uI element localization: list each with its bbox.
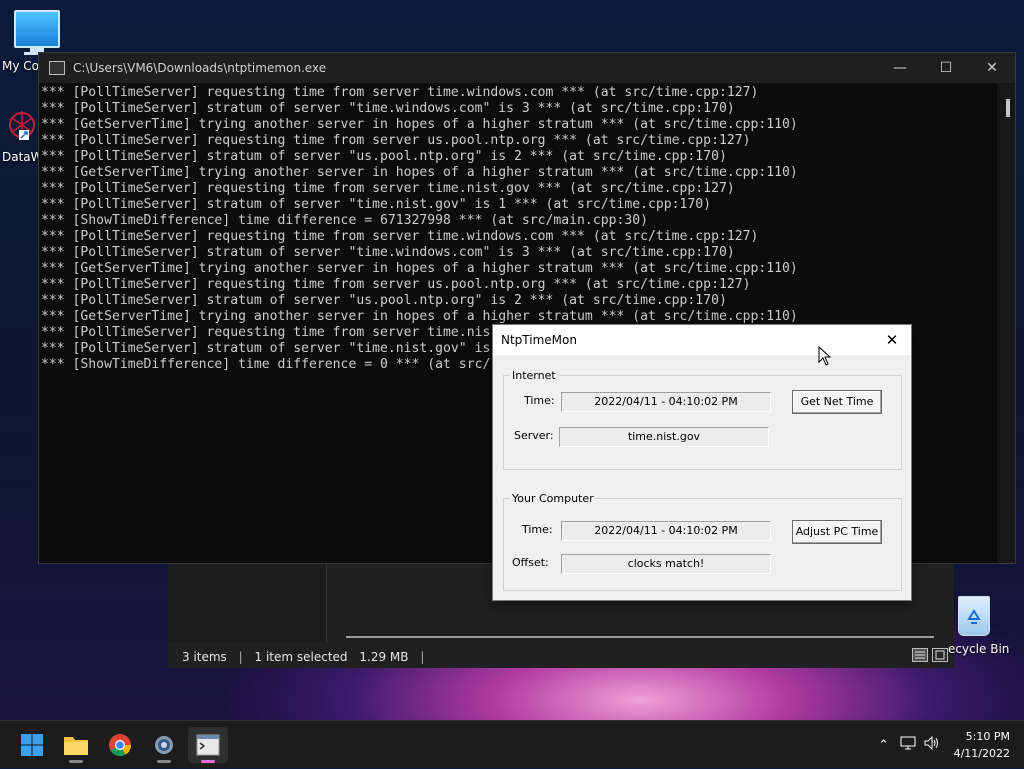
console-line: *** [GetServerTime] trying another serve… xyxy=(41,309,798,324)
file-explorer-icon xyxy=(64,737,88,755)
console-line: *** [PollTimeServer] requesting time fro… xyxy=(41,277,751,292)
get-net-time-button[interactable]: Get Net Time xyxy=(792,390,882,414)
console-line: *** [PollTimeServer] requesting time fro… xyxy=(41,229,759,244)
settings-icon xyxy=(155,736,173,754)
console-line: *** [GetServerTime] trying another serve… xyxy=(41,261,798,276)
desktop-icon-label: DataW xyxy=(2,150,43,164)
chrome-icon xyxy=(109,734,131,756)
clock-time: 5:10 PM xyxy=(965,730,1010,743)
server-field[interactable]: time.nist.gov xyxy=(559,427,769,447)
dialog-title: NtpTimeMon xyxy=(501,333,577,347)
explorer-status-bar: 3 items | 1 item selected 1.29 MB | xyxy=(182,650,425,664)
offset-label: Offset: xyxy=(512,556,549,569)
console-line: *** [PollTimeServer] requesting time fro… xyxy=(41,85,759,100)
maximize-button[interactable]: ☐ xyxy=(923,53,969,83)
navigation-pane[interactable] xyxy=(168,560,327,642)
internet-time-field[interactable]: 2022/04/11 - 04:10:02 PM xyxy=(561,392,771,412)
console-app-icon xyxy=(196,734,220,756)
console-line: *** [PollTimeServer] stratum of server "… xyxy=(41,197,712,212)
console-line: *** [PollTimeServer] requesting time fro… xyxy=(41,181,735,196)
monitor-icon xyxy=(2,10,72,55)
desktop-icon-recycle-bin[interactable]: ecycle Bin xyxy=(948,596,1009,656)
recycle-bin-icon xyxy=(958,596,990,636)
internet-time-label: Time: xyxy=(524,394,555,407)
console-title: C:\Users\VM6\Downloads\ntptimemon.exe xyxy=(73,61,327,75)
horizontal-scrollbar[interactable] xyxy=(346,636,934,638)
console-title-bar[interactable]: C:\Users\VM6\Downloads\ntptimemon.exe — … xyxy=(39,53,1015,83)
start-button[interactable] xyxy=(12,727,52,763)
dialog-close-button[interactable]: ✕ xyxy=(881,329,903,351)
ntptimemon-dialog: NtpTimeMon ✕ Internet Time: 2022/04/11 -… xyxy=(492,324,912,601)
dataw-app-icon xyxy=(7,108,37,142)
taskbar: ⌃ 5:10 PM 4/11/2022 xyxy=(0,720,1024,768)
console-line: *** [PollTimeServer] stratum of server "… xyxy=(41,245,735,260)
clock-date: 4/11/2022 xyxy=(953,747,1010,760)
taskbar-file-explorer[interactable] xyxy=(56,727,96,763)
taskbar-chrome[interactable] xyxy=(100,727,140,763)
console-line: *** [GetServerTime] trying another serve… xyxy=(41,165,798,180)
console-line: *** [PollTimeServer] stratum of server "… xyxy=(41,149,727,164)
selection-size: 1.29 MB xyxy=(359,650,409,664)
adjust-pc-time-button[interactable]: Adjust PC Time xyxy=(792,520,882,544)
volume-icon[interactable] xyxy=(920,735,944,754)
internet-group: Internet xyxy=(503,369,902,470)
desktop-icon-dataw[interactable]: DataW xyxy=(2,108,43,164)
system-tray: ⌃ 5:10 PM 4/11/2022 xyxy=(872,721,1024,769)
console-scrollbar[interactable] xyxy=(997,83,1015,563)
server-label: Server: xyxy=(514,429,554,442)
recycle-bin-label: ecycle Bin xyxy=(948,642,1010,656)
pc-time-field[interactable]: 2022/04/11 - 04:10:02 PM xyxy=(561,521,771,541)
scrollbar-thumb[interactable] xyxy=(1006,99,1010,117)
console-line: *** [GetServerTime] trying another serve… xyxy=(41,117,798,132)
selection-info: 1 item selected xyxy=(254,650,348,664)
console-line: *** [PollTimeServer] stratum of server "… xyxy=(41,101,735,116)
console-line: *** [PollTimeServer] requesting time fro… xyxy=(41,133,751,148)
start-icon xyxy=(21,734,43,756)
console-app-icon xyxy=(49,61,65,75)
taskbar-settings[interactable] xyxy=(144,727,184,763)
taskbar-console[interactable] xyxy=(188,727,228,763)
close-button[interactable]: ✕ xyxy=(969,53,1015,83)
network-icon[interactable] xyxy=(896,736,920,754)
details-view-icon[interactable] xyxy=(912,648,928,662)
item-count: 3 items xyxy=(182,650,227,664)
minimize-button[interactable]: — xyxy=(877,53,923,83)
pc-time-label: Time: xyxy=(522,523,553,536)
chevron-up-icon[interactable]: ⌃ xyxy=(872,738,896,753)
offset-field[interactable]: clocks match! xyxy=(561,554,771,574)
taskbar-clock[interactable]: 5:10 PM 4/11/2022 xyxy=(944,728,1024,762)
large-icons-view-icon[interactable] xyxy=(932,648,948,662)
dialog-title-bar[interactable]: NtpTimeMon ✕ xyxy=(493,325,911,355)
mouse-cursor-icon xyxy=(818,345,832,369)
internet-group-legend: Internet xyxy=(512,369,556,382)
console-line: *** [PollTimeServer] stratum of server "… xyxy=(41,293,727,308)
console-line: *** [ShowTimeDifference] time difference… xyxy=(41,213,648,228)
your-computer-group-legend: Your Computer xyxy=(512,492,594,505)
